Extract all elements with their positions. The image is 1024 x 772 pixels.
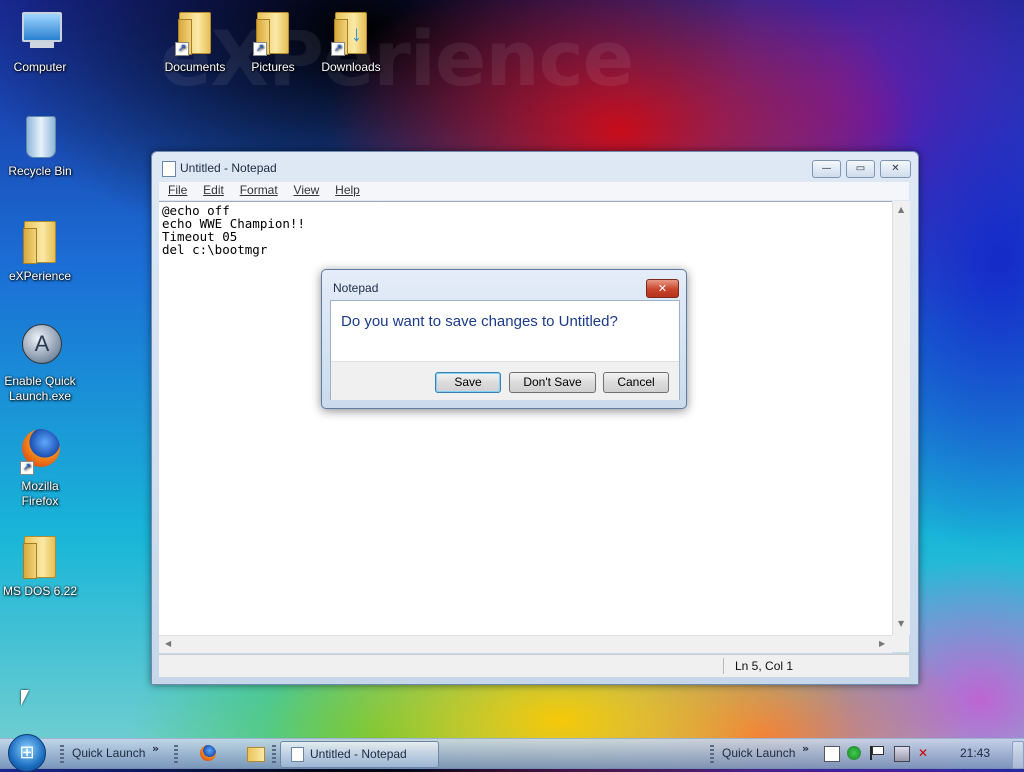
desktop-icon-downloads[interactable]: ↓ ↗ Downloads (311, 8, 391, 75)
folder-icon: ↗ (171, 8, 219, 56)
folder-download-icon: ↓ ↗ (327, 8, 375, 56)
dialog-footer: Save Don't Save Cancel (331, 361, 679, 400)
desktop-icon-label: Documents (164, 60, 226, 74)
security-shield-icon[interactable] (847, 746, 861, 760)
toolbar-grip[interactable] (174, 745, 178, 763)
notepad-window: Untitled - Notepad — ▭ ✕ File Edit Forma… (151, 151, 919, 685)
save-button[interactable]: Save (435, 372, 501, 393)
explorer-quicklaunch-icon[interactable] (247, 747, 265, 762)
quick-launch-label-right: Quick Launch (722, 746, 796, 760)
volume-muted-icon[interactable]: ✕ (918, 746, 932, 760)
editor-content[interactable]: @echo off echo WWE Champion!! Timeout 05… (159, 202, 892, 258)
desktop-icon-label: MS DOS 6.22 (2, 584, 78, 598)
status-bar: Ln 5, Col 1 (159, 654, 909, 677)
taskbar-button-label: Untitled - Notepad (310, 747, 407, 761)
scroll-left-icon[interactable]: ◀ (165, 639, 171, 648)
menu-file[interactable]: File (165, 182, 190, 198)
horizontal-scrollbar[interactable]: ◀ ▶ (159, 635, 892, 653)
dialog-message: Do you want to save changes to Untitled? (341, 313, 618, 330)
firefox-quicklaunch-icon[interactable] (200, 745, 216, 761)
desktop-icon-label-line1: Mozilla (21, 479, 59, 493)
save-changes-dialog: Notepad ✕ Do you want to save changes to… (321, 269, 687, 409)
quick-launch-label-left: Quick Launch (72, 746, 146, 760)
shortcut-arrow-icon: ↗ (20, 461, 34, 475)
menu-bar: File Edit Format View Help (159, 182, 909, 200)
dont-save-button[interactable]: Don't Save (509, 372, 596, 393)
menu-format[interactable]: Format (237, 182, 281, 198)
minimize-button[interactable]: — (812, 160, 841, 178)
quick-launch-chevron-right[interactable]: » (802, 742, 809, 755)
dialog-title: Notepad (333, 281, 379, 295)
restore-button[interactable]: ▭ (846, 160, 875, 178)
shortcut-arrow-icon: ↗ (331, 42, 345, 56)
network-icon[interactable] (894, 746, 910, 762)
cursor-position: Ln 5, Col 1 (735, 659, 794, 673)
cancel-button[interactable]: Cancel (603, 372, 669, 393)
toolbar-grip[interactable] (272, 745, 276, 763)
menu-view[interactable]: View (291, 182, 323, 198)
desktop-icon-label: eXPerience (8, 269, 72, 283)
document-tray-icon[interactable] (824, 746, 840, 762)
desktop-icon-label-line2: Firefox (21, 494, 59, 508)
desktop-icon-recycle-bin[interactable]: Recycle Bin (0, 112, 80, 179)
toolbar-grip[interactable] (710, 745, 714, 763)
minimize-icon: — (821, 163, 832, 174)
vertical-scrollbar[interactable]: ▲ ▼ (892, 201, 910, 635)
scroll-right-icon[interactable]: ▶ (879, 639, 885, 648)
quick-launch-chevron-left[interactable]: » (152, 742, 159, 755)
desktop-icon-experience[interactable]: eXPerience (0, 217, 80, 284)
desktop-icon-label-line1: Enable Quick (4, 374, 76, 388)
start-button[interactable]: ⊞ (8, 734, 46, 772)
scroll-up-icon[interactable]: ▲ (898, 205, 904, 214)
show-desktop-button[interactable] (1012, 741, 1024, 769)
desktop-icon-ms-dos[interactable]: MS DOS 6.22 (0, 532, 80, 599)
firefox-icon: ↗ (16, 427, 64, 475)
desktop-icon-enable-quick-launch[interactable]: A Enable Quick Launch.exe (0, 322, 80, 404)
desktop-icon-computer[interactable]: Computer (0, 8, 80, 75)
scroll-down-icon[interactable]: ▼ (898, 619, 904, 628)
toolbar-grip[interactable] (60, 745, 64, 763)
taskbar-button-notepad[interactable]: Untitled - Notepad (280, 741, 439, 768)
status-separator (723, 658, 724, 674)
text-editor[interactable]: @echo off echo WWE Champion!! Timeout 05… (159, 201, 892, 636)
desktop-icon-label: Pictures (251, 60, 295, 74)
desktop-icon-firefox[interactable]: ↗ Mozilla Firefox (0, 427, 80, 509)
restore-icon: ▭ (855, 163, 866, 174)
close-icon: ✕ (657, 282, 668, 295)
folder-icon (16, 217, 64, 265)
close-icon: ✕ (891, 163, 900, 174)
folder-icon (16, 532, 64, 580)
recycle-bin-icon (16, 112, 64, 160)
dialog-body: Do you want to save changes to Untitled?… (330, 300, 680, 400)
flag-icon[interactable] (870, 746, 886, 760)
taskbar: ⊞ Quick Launch » Untitled - Notepad Quic… (0, 734, 1024, 772)
menu-edit[interactable]: Edit (200, 182, 227, 198)
desktop-icon-label: Downloads (321, 60, 381, 74)
dialog-close-button[interactable]: ✕ (646, 279, 679, 298)
desktop-icon-label: Recycle Bin (8, 164, 72, 178)
taskbar-clock[interactable]: 21:43 (960, 746, 990, 760)
close-button[interactable]: ✕ (880, 160, 911, 178)
desktop-icon-label: Computer (13, 60, 67, 74)
desktop-icon-label-line2: Launch.exe (8, 389, 72, 403)
menu-help[interactable]: Help (332, 182, 363, 198)
computer-icon (16, 8, 64, 56)
window-title: Untitled - Notepad (180, 161, 277, 175)
shortcut-arrow-icon: ↗ (253, 42, 267, 56)
notepad-icon (291, 747, 304, 762)
windows-logo-icon: ⊞ (19, 742, 35, 763)
desktop-icon-documents[interactable]: ↗ Documents (155, 8, 235, 75)
mouse-cursor-icon (21, 690, 29, 706)
scrollbar-corner (892, 635, 909, 652)
notepad-icon (162, 161, 176, 177)
shortcut-arrow-icon: ↗ (175, 42, 189, 56)
desktop-icon-pictures[interactable]: ↗ Pictures (233, 8, 313, 75)
app-icon: A (16, 322, 64, 370)
folder-icon: ↗ (249, 8, 297, 56)
